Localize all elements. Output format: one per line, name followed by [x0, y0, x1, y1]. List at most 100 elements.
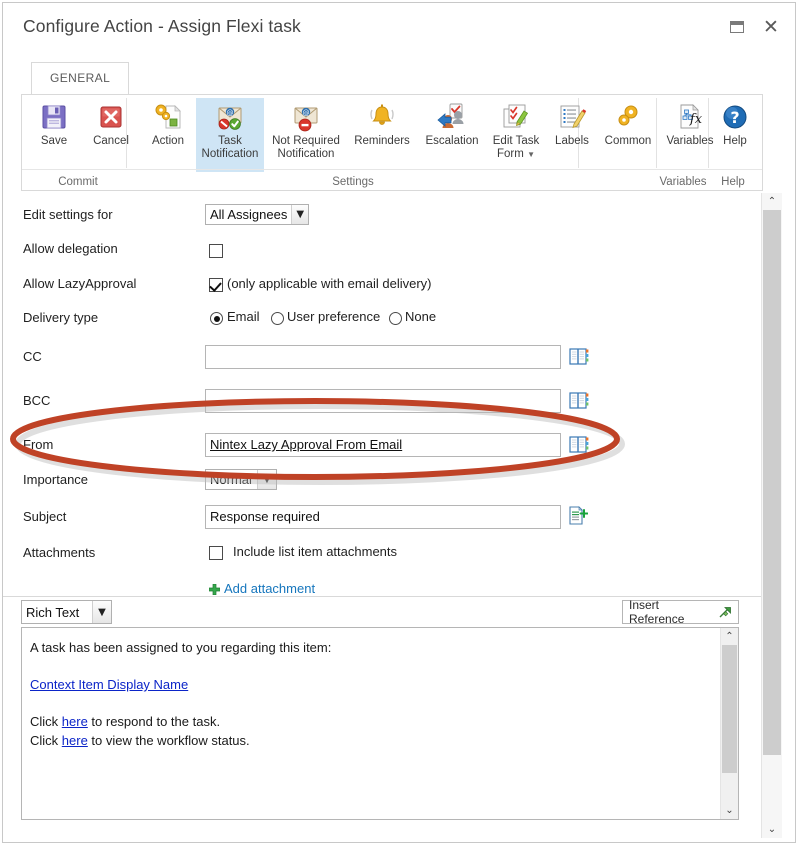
scroll-down-icon[interactable]: ⌄ [721, 802, 738, 819]
chevron-down-icon: ▼ [527, 150, 535, 159]
ribbon-button-label: Labels [555, 135, 589, 147]
ribbon-button-escalation[interactable]: Escalation [418, 98, 486, 148]
labels-pencil-icon [556, 101, 588, 133]
respond-suffix: to respond to the task. [87, 714, 221, 729]
address-book-icon[interactable] [569, 392, 589, 409]
ribbon-button-reminders[interactable]: Reminders [348, 98, 416, 148]
importance-dropdown[interactable]: Normal ▼ [205, 469, 277, 490]
ribbon-button-not-required-notification[interactable]: @ Not Required Notification [266, 98, 346, 161]
settings-form: Edit settings for All Assignees ▼ Allow … [3, 193, 761, 842]
label-delivery-type: Delivery type [23, 310, 99, 325]
red-x-icon [95, 101, 127, 133]
ribbon-button-common[interactable]: Common [600, 98, 656, 148]
label-attachments: Attachments [23, 545, 96, 560]
task-form-icon [500, 101, 532, 133]
address-book-icon[interactable] [569, 436, 589, 453]
ribbon-button-label: Variables [666, 135, 714, 147]
label-cc: CC [23, 349, 42, 364]
insert-reference-button[interactable]: Insert Reference [622, 598, 739, 626]
delivery-type-radio-email[interactable] [210, 312, 223, 325]
configure-action-dialog: Configure Action - Assign Flexi task ✕ G… [2, 2, 796, 843]
respond-prefix: Click [30, 714, 62, 729]
editor-scroll-thumb[interactable] [722, 645, 737, 773]
insert-reference-label: Insert Reference [629, 598, 685, 626]
ribbon-group-label-help: Help [721, 176, 745, 188]
ribbon-button-variables[interactable]: fx Variables [660, 98, 720, 148]
status-suffix: to view the workflow status. [87, 733, 250, 748]
svg-text:?: ? [730, 108, 739, 127]
subject-input[interactable]: Response required [205, 505, 561, 529]
label-bcc: BCC [23, 393, 51, 408]
ribbon-button-label: Help [723, 135, 747, 147]
ribbon-group-label-settings: Settings [332, 176, 374, 188]
editor-intro-line: A task has been assigned to you regardin… [30, 640, 332, 655]
close-button[interactable]: ✕ [757, 13, 785, 41]
label-allow-delegation: Allow delegation [23, 241, 118, 256]
edit-settings-for-value: All Assignees [210, 207, 288, 222]
respond-here-link[interactable]: here [62, 714, 88, 729]
allow-delegation-checkbox[interactable] [209, 244, 223, 258]
add-attachment-link[interactable]: Add attachment [224, 581, 315, 596]
ribbon-button-label: Action [152, 135, 184, 147]
variables-fx-icon: fx [674, 101, 706, 133]
ribbon-button-label: Not Required [272, 135, 340, 147]
delivery-type-radio-user-preference[interactable] [271, 312, 284, 325]
cc-input[interactable] [205, 345, 561, 369]
include-list-item-attachments-label: Include list item attachments [233, 544, 398, 559]
lazyapproval-note: (only applicable with email delivery) [227, 276, 432, 291]
svg-text:fx: fx [689, 112, 703, 127]
svg-text:@: @ [303, 109, 310, 117]
label-importance: Importance [23, 472, 89, 487]
ribbon-button-cancel[interactable]: Cancel [84, 98, 138, 148]
ribbon-button-label-line2: Notification [277, 148, 335, 160]
edit-settings-for-dropdown[interactable]: All Assignees ▼ [205, 204, 309, 225]
ribbon-group-label-commit: Commit [58, 176, 98, 188]
email-body-editor[interactable]: A task has been assigned to you regardin… [21, 627, 739, 820]
editor-scrollbar[interactable]: ⌃ ⌄ [720, 628, 738, 819]
ribbon-button-task-notification[interactable]: @ Task Notification [196, 98, 264, 172]
editor-item-link-line: Context Item Display Name [30, 675, 712, 694]
ribbon-button-label: Reminders [354, 135, 410, 147]
editor-divider [3, 596, 761, 597]
editor-format-value: Rich Text [26, 604, 80, 620]
bcc-input[interactable] [205, 389, 561, 413]
label-allow-lazyapproval: Allow LazyApproval [23, 276, 137, 291]
restore-button[interactable] [723, 13, 751, 41]
ribbon-button-label: Save [40, 135, 68, 147]
include-list-item-attachments-checkbox[interactable] [209, 546, 223, 560]
ribbon-button-save[interactable]: Save [30, 98, 78, 148]
ribbon-button-label: Cancel [93, 135, 129, 147]
gears-document-icon [152, 101, 184, 133]
editor-format-dropdown[interactable]: Rich Text ▼ [21, 600, 112, 624]
scroll-down-icon[interactable]: ⌄ [762, 821, 782, 838]
ribbon-button-label: Edit Task [492, 135, 540, 147]
label-edit-settings-for: Edit settings for [23, 207, 113, 222]
ribbon-button-label-line2: Notification [201, 148, 259, 160]
dialog-scrollbar[interactable]: ⌃ ⌄ [761, 193, 782, 838]
delivery-type-radio-none[interactable] [389, 312, 402, 325]
context-item-link[interactable]: Context Item Display Name [30, 677, 188, 692]
ribbon-button-help[interactable]: ? Help [714, 98, 756, 148]
from-input[interactable]: Nintex Lazy Approval From Email [205, 433, 561, 457]
floppy-disk-icon [38, 101, 70, 133]
ribbon-button-action[interactable]: Action [142, 98, 194, 148]
chevron-down-icon: ▼ [291, 205, 308, 224]
dialog-scroll-thumb[interactable] [763, 210, 781, 755]
ribbon-button-label-line2: Form ▼ [497, 148, 535, 160]
green-plus-icon [208, 583, 221, 596]
ribbon-button-edit-task-form[interactable]: Edit Task Form ▼ [488, 98, 544, 161]
status-here-link[interactable]: here [62, 733, 88, 748]
tab-general[interactable]: GENERAL [31, 62, 130, 95]
allow-lazyapproval-checkbox[interactable] [209, 278, 223, 292]
ribbon-group-labels: Commit Settings Variables Help [22, 169, 762, 190]
address-book-icon[interactable] [569, 348, 589, 365]
scroll-up-icon[interactable]: ⌃ [762, 193, 782, 210]
insert-reference-doc-icon[interactable] [568, 506, 589, 526]
help-question-icon: ? [719, 101, 751, 133]
delivery-type-label-none: None [405, 309, 437, 324]
ribbon-button-labels[interactable]: Labels [546, 98, 598, 148]
scroll-up-icon[interactable]: ⌃ [721, 628, 738, 645]
page-title: Configure Action - Assign Flexi task [23, 16, 301, 36]
email-body-content[interactable]: A task has been assigned to you regardin… [22, 628, 720, 819]
ribbon: Save Cancel Action @ Task Notification @… [21, 94, 763, 191]
